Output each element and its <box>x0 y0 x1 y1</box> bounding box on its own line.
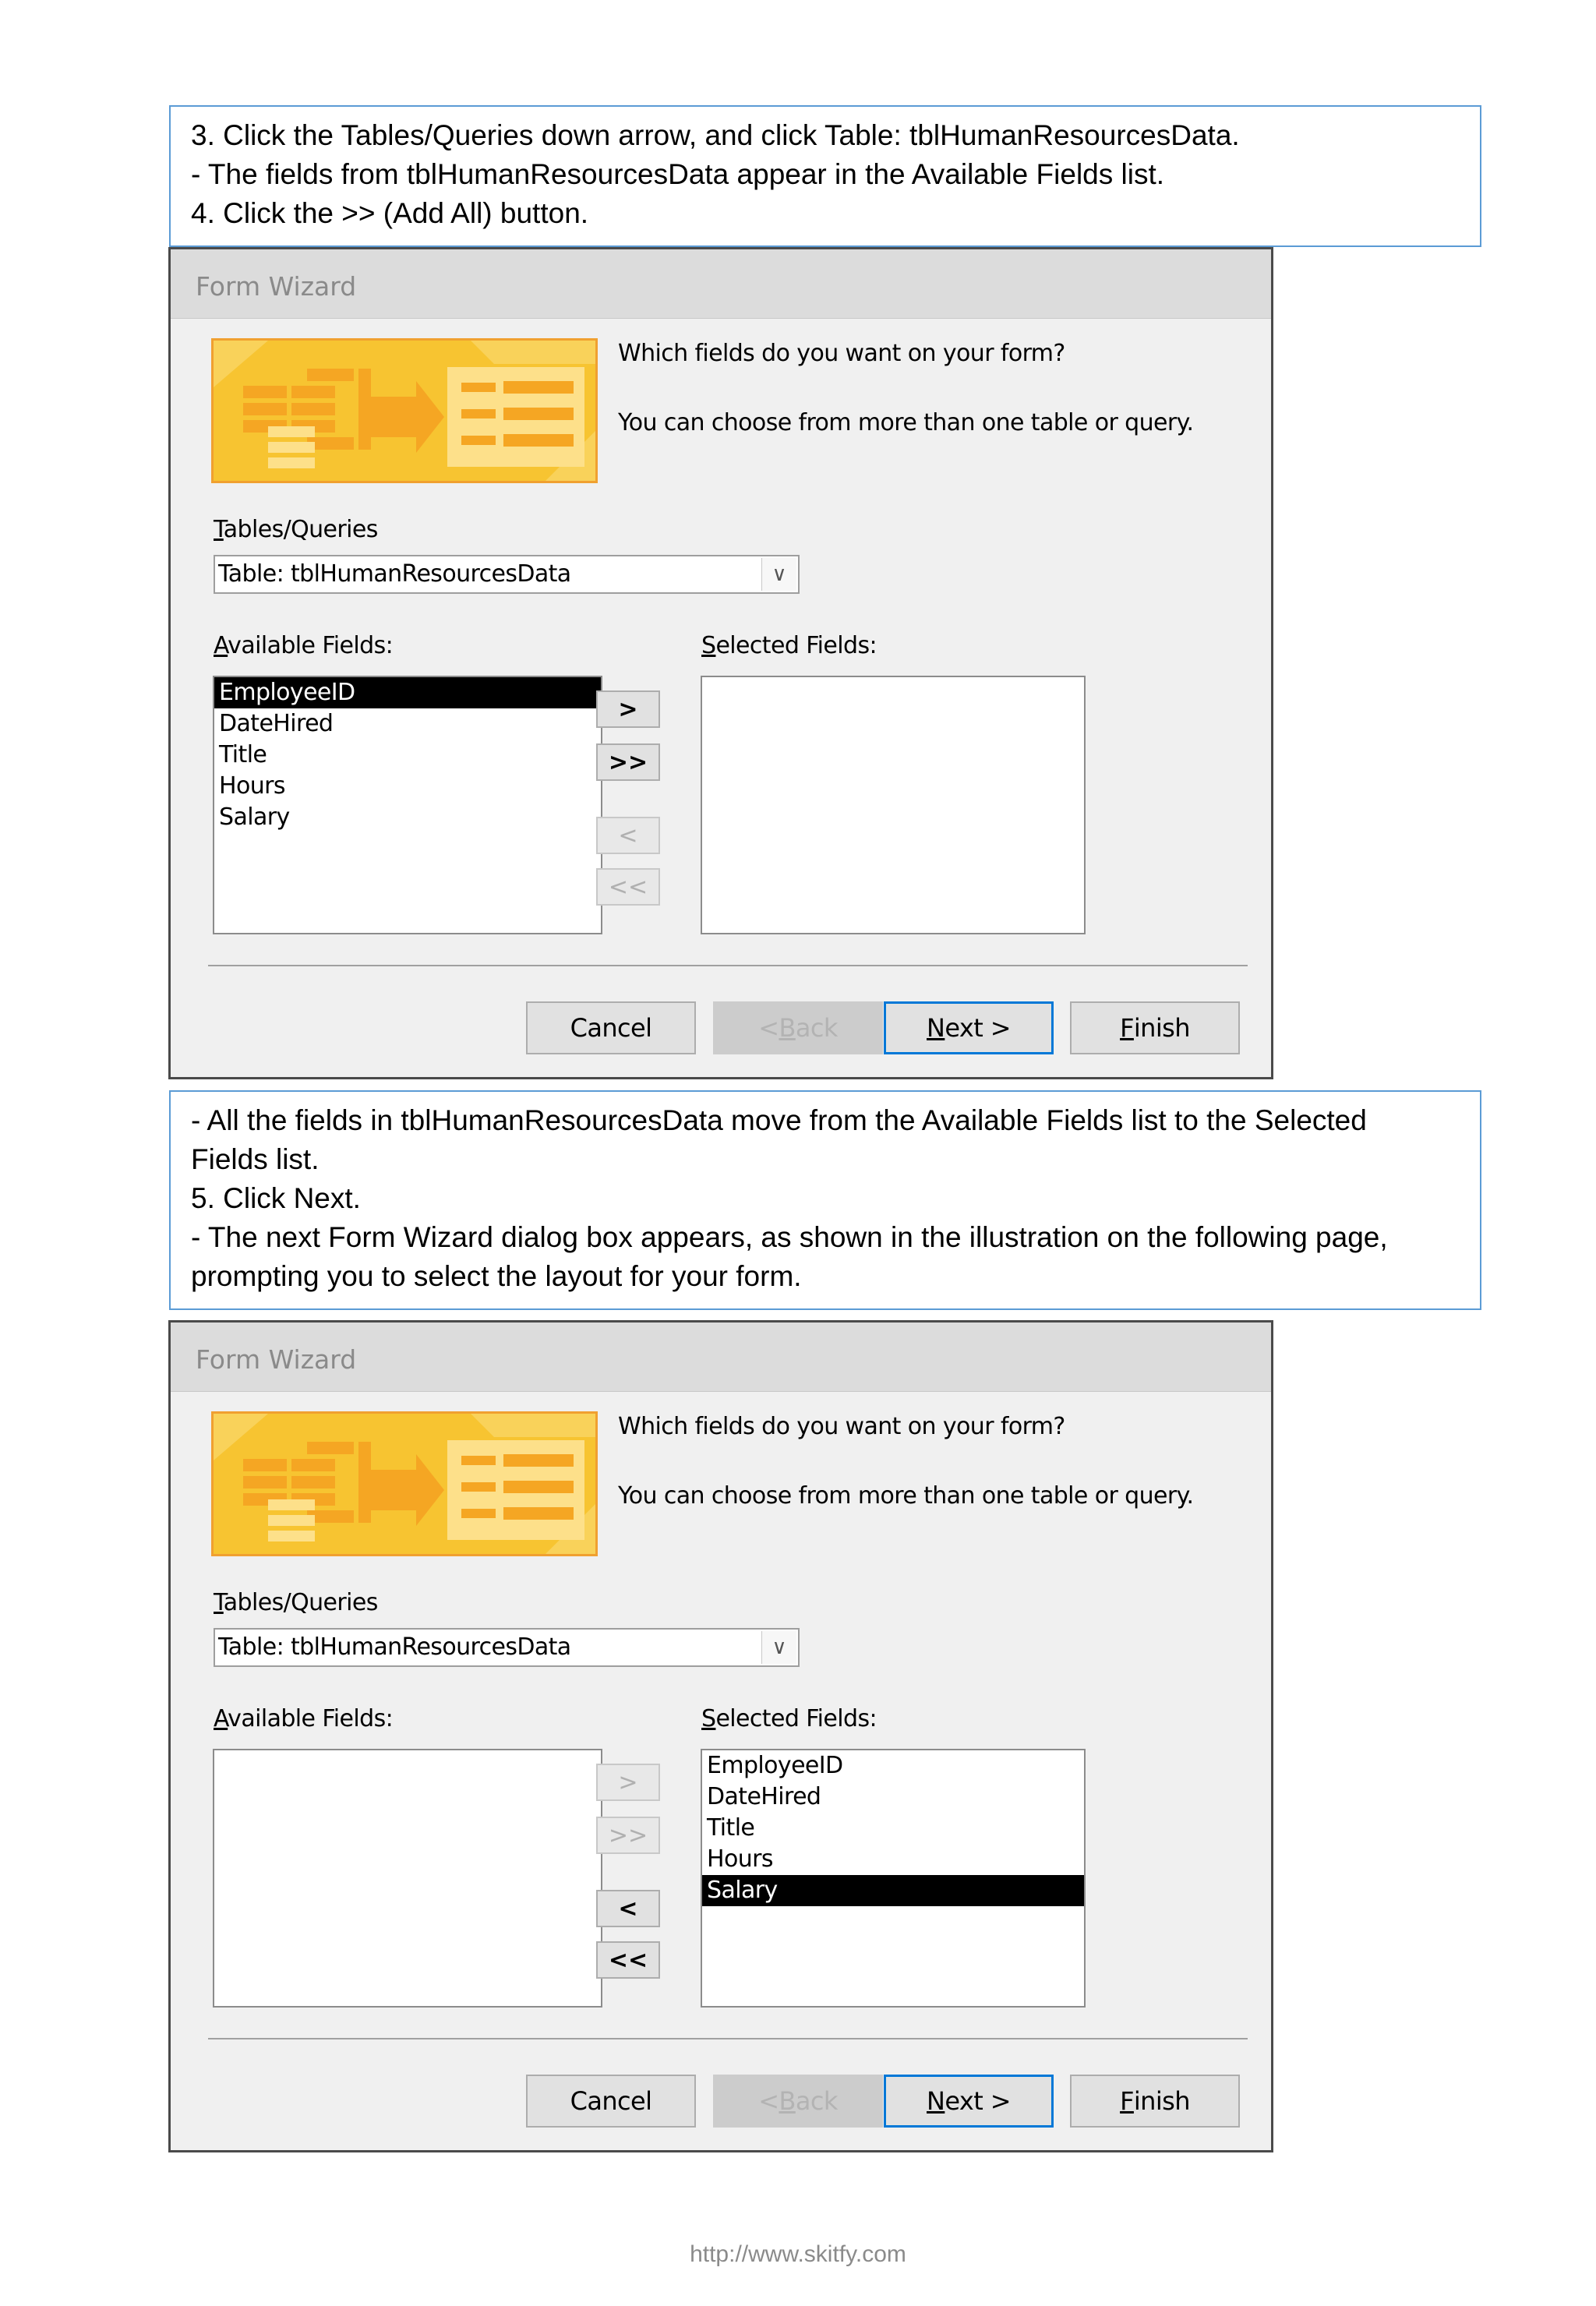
form-wizard-dialog-before: Form Wizard Which fields do you want on … <box>168 247 1273 1079</box>
selected-fields-label: Selected Fields: <box>701 1705 877 1732</box>
remove-all-button[interactable]: << <box>596 868 660 906</box>
instruction-line: - All the fields in tblHumanResourcesDat… <box>191 1104 1367 1136</box>
instruction-line: Fields list. <box>191 1143 320 1175</box>
list-item[interactable]: Title <box>214 740 601 771</box>
label-text: ables/Queries <box>223 516 379 543</box>
chevron-down-icon[interactable]: ∨ <box>761 558 796 591</box>
prompt-question: Which fields do you want on your form? <box>618 1413 1065 1440</box>
add-all-button[interactable]: >> <box>596 743 660 781</box>
selected-fields-label: Selected Fields: <box>701 632 877 659</box>
list-item[interactable]: Title <box>702 1813 1084 1844</box>
combobox-value: Table: tblHumanResourcesData <box>218 560 571 588</box>
instruction-line: - The fields from tblHumanResourcesData … <box>191 158 1165 190</box>
list-item[interactable]: EmployeeID <box>702 1750 1084 1782</box>
label-text: ables/Queries <box>223 1589 379 1616</box>
tables-queries-combobox[interactable]: Table: tblHumanResourcesData ∨ <box>214 555 800 594</box>
access-key: A <box>214 632 228 659</box>
back-button[interactable]: < Back <box>713 1001 883 1054</box>
label-text: elected Fields: <box>715 632 877 659</box>
instruction-box-middle: - All the fields in tblHumanResourcesDat… <box>169 1090 1481 1310</box>
instruction-box-top: 3. Click the Tables/Queries down arrow, … <box>169 105 1481 247</box>
separator <box>208 965 1248 966</box>
label-text: ext > <box>945 2086 1011 2116</box>
cancel-button[interactable]: Cancel <box>526 1001 696 1054</box>
selected-fields-list[interactable] <box>701 676 1086 934</box>
label-prefix: < <box>758 2086 779 2116</box>
list-item[interactable]: Salary <box>702 1875 1084 1906</box>
list-item[interactable]: EmployeeID <box>214 677 601 708</box>
list-item[interactable]: Hours <box>214 771 601 802</box>
instruction-line: - The next Form Wizard dialog box appear… <box>191 1221 1388 1253</box>
prompt-question: Which fields do you want on your form? <box>618 340 1065 367</box>
window-title: Form Wizard <box>196 1344 357 1375</box>
instruction-line: 3. Click the Tables/Queries down arrow, … <box>191 119 1240 151</box>
label-text: vailable Fields: <box>228 632 394 659</box>
access-key: S <box>701 632 716 659</box>
access-key: B <box>779 1013 796 1043</box>
available-fields-list[interactable] <box>213 1749 602 2008</box>
prompt-hint: You can choose from more than one table … <box>618 1482 1194 1510</box>
tables-queries-combobox[interactable]: Table: tblHumanResourcesData ∨ <box>214 1628 800 1667</box>
back-button[interactable]: < Back <box>713 2075 883 2128</box>
tables-queries-label: Tables/Queries <box>214 516 378 543</box>
access-key: T <box>214 516 224 543</box>
access-key: F <box>1120 2086 1134 2116</box>
available-fields-label: Available Fields: <box>214 632 394 659</box>
label-text: inish <box>1133 2086 1191 2116</box>
chevron-down-icon[interactable]: ∨ <box>761 1631 796 1664</box>
label-text: vailable Fields: <box>228 1705 394 1732</box>
add-all-button[interactable]: >> <box>596 1817 660 1854</box>
list-item[interactable]: Salary <box>214 802 601 833</box>
add-field-button[interactable]: > <box>596 1764 660 1801</box>
remove-field-button[interactable]: < <box>596 1890 660 1927</box>
finish-button[interactable]: Finish <box>1070 2075 1240 2128</box>
tables-queries-label: Tables/Queries <box>214 1589 378 1616</box>
footer-url[interactable]: http://www.skitfy.com <box>0 2241 1596 2268</box>
instruction-line: 5. Click Next. <box>191 1182 361 1214</box>
access-key: A <box>214 1705 228 1732</box>
available-fields-list[interactable]: EmployeeID DateHired Title Hours Salary <box>213 676 602 934</box>
form-wizard-dialog-after: Form Wizard Which fields do you want on … <box>168 1320 1273 2152</box>
label-text: ext > <box>945 1013 1011 1043</box>
access-key: N <box>927 1013 945 1043</box>
wizard-illustration <box>211 1411 598 1556</box>
next-button[interactable]: Next > <box>884 2075 1054 2128</box>
remove-all-button[interactable]: << <box>596 1941 660 1979</box>
list-item[interactable]: DateHired <box>214 708 601 740</box>
access-key: S <box>701 1705 716 1732</box>
access-key: N <box>927 2086 945 2116</box>
prompt-hint: You can choose from more than one table … <box>618 409 1194 436</box>
next-button[interactable]: Next > <box>884 1001 1054 1054</box>
combobox-value: Table: tblHumanResourcesData <box>218 1633 571 1661</box>
list-item[interactable]: DateHired <box>702 1782 1084 1813</box>
label-text: ack <box>795 2086 839 2116</box>
title-bar[interactable]: Form Wizard <box>171 249 1271 319</box>
available-fields-label: Available Fields: <box>214 1705 394 1732</box>
instruction-line: prompting you to select the layout for y… <box>191 1260 802 1292</box>
remove-field-button[interactable]: < <box>596 817 660 854</box>
access-key: T <box>214 1589 224 1616</box>
add-field-button[interactable]: > <box>596 690 660 728</box>
separator <box>208 2038 1248 2039</box>
label-prefix: < <box>758 1013 779 1043</box>
finish-button[interactable]: Finish <box>1070 1001 1240 1054</box>
label-text: inish <box>1133 1013 1191 1043</box>
label-text: ack <box>795 1013 839 1043</box>
access-key: B <box>779 2086 796 2116</box>
selected-fields-list[interactable]: EmployeeID DateHired Title Hours Salary <box>701 1749 1086 2008</box>
access-key: F <box>1120 1013 1134 1043</box>
window-title: Form Wizard <box>196 271 357 302</box>
label-text: elected Fields: <box>715 1705 877 1732</box>
instruction-line: 4. Click the >> (Add All) button. <box>191 197 589 229</box>
table-to-form-icon <box>214 1414 595 1554</box>
title-bar[interactable]: Form Wizard <box>171 1323 1271 1392</box>
list-item[interactable]: Hours <box>702 1844 1084 1875</box>
cancel-button[interactable]: Cancel <box>526 2075 696 2128</box>
